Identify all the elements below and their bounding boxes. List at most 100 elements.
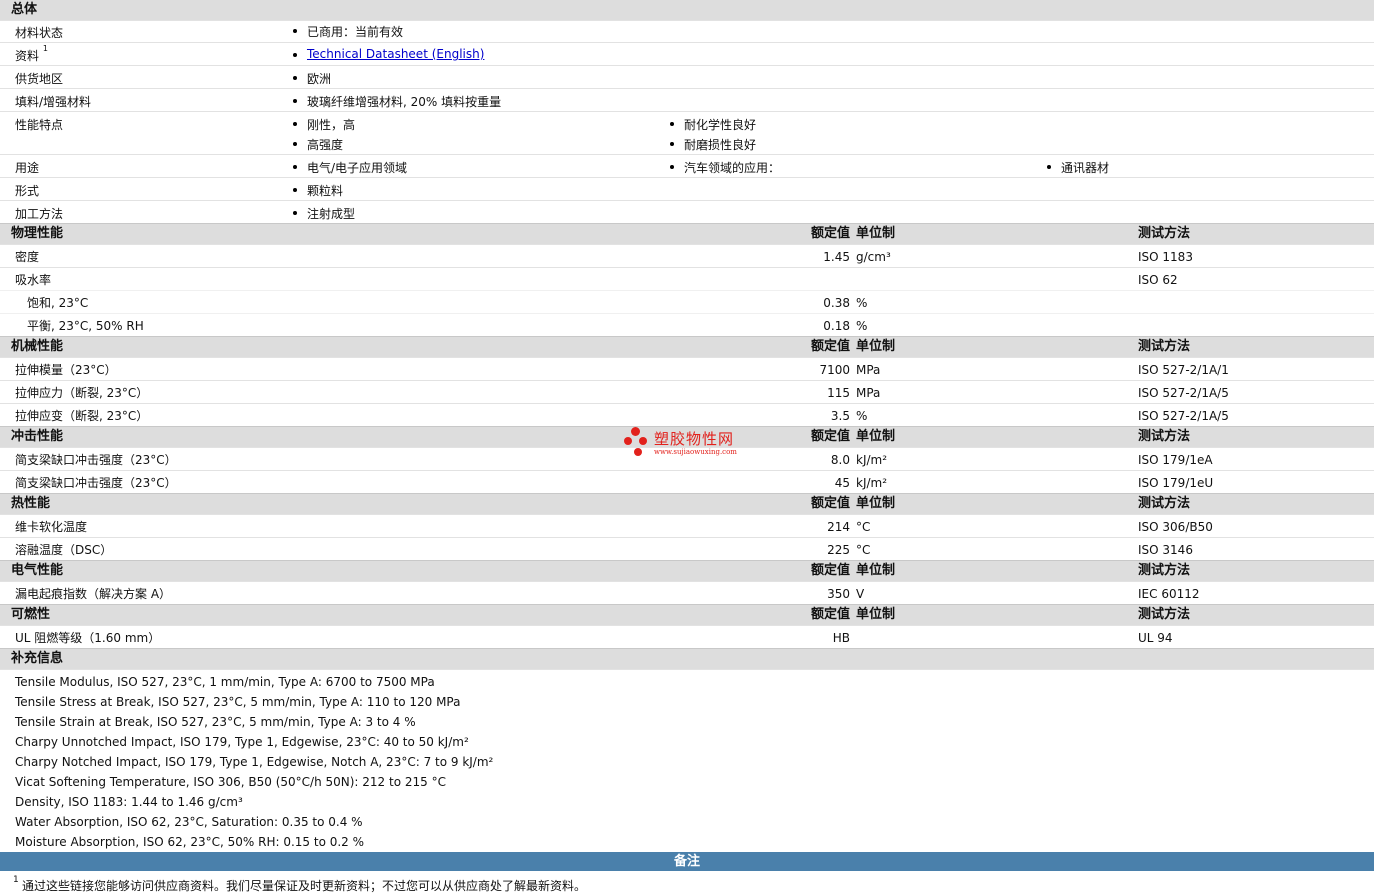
nominal-header: 额定值 [810, 429, 850, 444]
footnote-ref: 1 [42, 44, 48, 53]
use-item: 通讯器材 [1046, 161, 1110, 175]
property-unit: % [856, 409, 868, 423]
logo-dot [634, 448, 642, 456]
section-general-header: 总体 [0, 0, 1374, 20]
row-label: 供货地区 [15, 72, 64, 86]
supplemental-line: Charpy Unnotched Impact, ISO 179, Type 1… [15, 735, 469, 749]
property-method: ISO 1183 [1138, 250, 1193, 264]
section-title: 电气性能 [11, 563, 64, 578]
row-label: 材料状态 [15, 26, 64, 40]
logo-dot [639, 437, 647, 445]
property-value: 3.5 [830, 409, 850, 423]
property-value: 115 [827, 386, 850, 400]
property-unit: kJ/m² [856, 453, 888, 467]
supplemental-line: Density, ISO 1183: 1.44 to 1.46 g/cm³ [15, 795, 243, 809]
property-row: UL 阻燃等级（1.60 mm） HB UL 94 [0, 625, 1374, 648]
row-label: 资料 1 [15, 44, 48, 64]
watermark-url: www.sujiaowuxing.com [654, 448, 737, 456]
property-value: 225 [827, 543, 850, 557]
datasheet-link-item: Technical Datasheet (English) [292, 47, 484, 61]
literature-label: 资料 [15, 49, 40, 63]
section-title: 冲击性能 [11, 429, 64, 444]
property-value: 1.45 [823, 250, 850, 264]
property-value: 0.38 [823, 296, 850, 310]
section-mechanical-header: 机械性能 额定值 单位制 测试方法 [0, 336, 1374, 357]
property-label: UL 阻燃等级（1.60 mm） [15, 631, 161, 645]
property-method: ISO 3146 [1138, 543, 1193, 557]
section-thermal-header: 热性能 额定值 单位制 测试方法 [0, 493, 1374, 514]
unit-header: 单位制 [856, 226, 896, 241]
property-row: 拉伸应变（断裂, 23°C） 3.5 % ISO 527-2/1A/5 [0, 403, 1374, 426]
row-value: 欧洲 [292, 72, 332, 86]
property-row: 平衡, 23°C, 50% RH 0.18 % [0, 313, 1374, 336]
feature-item: 高强度 [292, 138, 344, 152]
section-title: 热性能 [11, 496, 51, 511]
property-value: HB [832, 631, 850, 645]
property-unit: % [856, 319, 868, 333]
property-method: ISO 179/1eA [1138, 453, 1213, 467]
row-literature: 资料 1 Technical Datasheet (English) [0, 42, 1374, 65]
section-title: 可燃性 [11, 607, 51, 622]
property-value: 214 [827, 520, 850, 534]
use-item: 汽车领域的应用： [669, 161, 781, 175]
unit-header: 单位制 [856, 429, 896, 444]
property-value: 45 [834, 476, 850, 490]
footnote: 1 通过这些链接您能够访问供应商资料。我们尽量保证及时更新资料；不过您可以从供应… [0, 871, 1374, 893]
section-physical-header: 物理性能 额定值 单位制 测试方法 [0, 223, 1374, 244]
use-item: 电气/电子应用领域 [292, 161, 408, 175]
method-header: 测试方法 [1138, 226, 1191, 241]
property-row: 密度 1.45 g/cm³ ISO 1183 [0, 244, 1374, 267]
property-value: 350 [827, 587, 850, 601]
property-value: 8.0 [830, 453, 850, 467]
property-method: ISO 527-2/1A/5 [1138, 409, 1229, 423]
property-unit: MPa [856, 363, 881, 377]
property-label: 维卡软化温度 [15, 520, 88, 534]
logo-dot [631, 427, 640, 436]
method-header: 测试方法 [1138, 429, 1191, 444]
row-value: 已商用：当前有效 [292, 25, 404, 39]
row-processing: 加工方法 注射成型 [0, 200, 1374, 223]
logo-dot [624, 437, 632, 445]
row-label: 填料/增强材料 [15, 95, 92, 109]
section-title: 机械性能 [11, 339, 64, 354]
method-header: 测试方法 [1138, 607, 1191, 622]
property-label: 饱和, 23°C [27, 296, 89, 310]
property-unit: V [856, 587, 865, 601]
supplemental-line: Vicat Softening Temperature, ISO 306, B5… [15, 775, 446, 789]
row-value: 注射成型 [292, 207, 356, 221]
property-method: ISO 527-2/1A/1 [1138, 363, 1229, 377]
technical-datasheet-link[interactable]: Technical Datasheet (English) [307, 47, 484, 61]
row-filler: 填料/增强材料 玻璃纤维增强材料, 20% 填料按重量 [0, 88, 1374, 111]
property-label: 拉伸应力（断裂, 23°C） [15, 386, 149, 400]
property-unit: g/cm³ [856, 250, 891, 264]
row-label: 性能特点 [15, 118, 64, 132]
section-flammability-header: 可燃性 额定值 单位制 测试方法 [0, 604, 1374, 625]
footnote-text: 通过这些链接您能够访问供应商资料。我们尽量保证及时更新资料；不过您可以从供应商处… [22, 879, 587, 893]
unit-header: 单位制 [856, 339, 896, 354]
property-label: 拉伸模量（23°C） [15, 363, 117, 377]
property-label: 密度 [15, 250, 40, 264]
property-label: 简支梁缺口冲击强度（23°C） [15, 476, 177, 490]
property-label: 漏电起痕指数（解决方案 A） [15, 587, 172, 601]
property-value: 7100 [819, 363, 850, 377]
method-header: 测试方法 [1138, 496, 1191, 511]
property-label: 吸水率 [15, 273, 52, 287]
watermark-name: 塑胶物性网 [654, 430, 735, 448]
supplemental-line: Water Absorption, ISO 62, 23°C, Saturati… [15, 815, 363, 829]
notes-header: 备注 [0, 852, 1374, 871]
unit-header: 单位制 [856, 607, 896, 622]
property-row: 吸水率 ISO 62 [0, 267, 1374, 290]
row-availability: 供货地区 欧洲 [0, 65, 1374, 88]
supplemental-line: Moisture Absorption, ISO 62, 23°C, 50% R… [15, 835, 365, 849]
property-row: 饱和, 23°C 0.38 % [0, 290, 1374, 313]
property-method: UL 94 [1138, 631, 1173, 645]
property-row: 拉伸应力（断裂, 23°C） 115 MPa ISO 527-2/1A/5 [0, 380, 1374, 403]
section-title: 物理性能 [11, 226, 64, 241]
feature-item: 耐磨损性良好 [669, 138, 757, 152]
row-label: 加工方法 [15, 207, 64, 221]
section-supplemental-header: 补充信息 [0, 648, 1374, 669]
row-value: 玻璃纤维增强材料, 20% 填料按重量 [292, 95, 502, 109]
supplemental-line: Charpy Notched Impact, ISO 179, Type 1, … [15, 755, 494, 769]
nominal-header: 额定值 [810, 226, 850, 241]
row-uses: 用途 电气/电子应用领域 汽车领域的应用： 通讯器材 [0, 154, 1374, 177]
